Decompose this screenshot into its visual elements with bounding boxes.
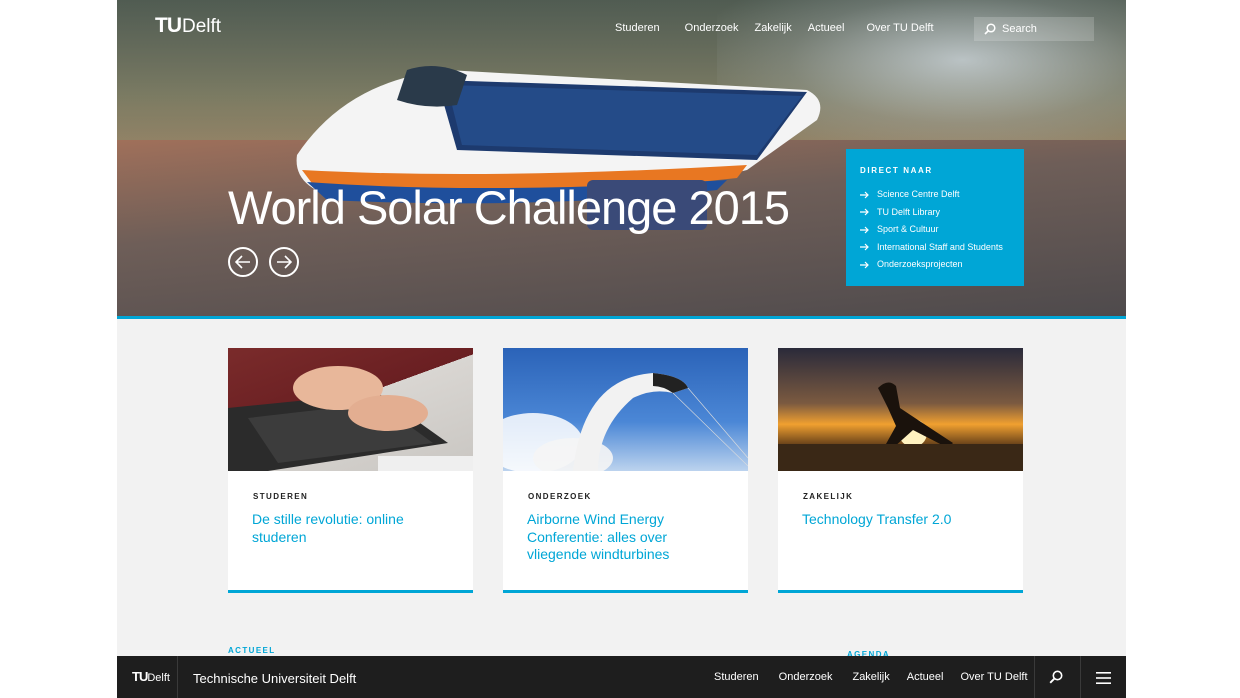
bottom-nav-over-tu-delft[interactable]: Over TU Delft xyxy=(960,671,1027,683)
logo-delft: Delft xyxy=(147,672,170,684)
direct-link-label: TU Delft Library xyxy=(877,206,941,217)
arrow-right-icon xyxy=(860,208,869,216)
card-accent-bar xyxy=(778,590,1023,593)
direct-link-library[interactable]: TU Delft Library xyxy=(860,204,1024,222)
logo-tu: TU xyxy=(155,14,182,37)
card-title[interactable]: De stille revolutie: online studeren xyxy=(252,511,453,546)
arrow-right-icon xyxy=(860,226,869,234)
direct-link-international[interactable]: International Staff and Students xyxy=(860,239,1024,257)
divider xyxy=(177,656,178,698)
hero-banner: TU Delft Studeren Onderzoek Zakelijk Act… xyxy=(117,0,1126,317)
slide-prev-button[interactable] xyxy=(228,247,258,277)
bottom-nav-onderzoek[interactable]: Onderzoek xyxy=(779,671,833,683)
sticky-bottom-bar: TU Delft Technische Universiteit Delft S… xyxy=(117,656,1126,698)
bottom-nav-studeren[interactable]: Studeren xyxy=(714,671,759,683)
news-card-zakelijk[interactable]: ZAKELIJK Technology Transfer 2.0 xyxy=(778,348,1023,593)
direct-link-label: Onderzoeksprojecten xyxy=(877,259,963,269)
bottom-logo[interactable]: TU Delft xyxy=(132,669,170,684)
card-accent-bar xyxy=(503,590,748,593)
slide-next-button[interactable] xyxy=(269,247,299,277)
tudelft-logo[interactable]: TU Delft xyxy=(155,14,221,38)
card-image-kite xyxy=(503,348,748,471)
bottom-nav: Studeren Onderzoek Zakelijk Actueel Over… xyxy=(714,671,1048,683)
card-category: ZAKELIJK xyxy=(803,492,854,501)
direct-link-science-centre[interactable]: Science Centre Delft xyxy=(860,186,1024,204)
card-image-laptop xyxy=(228,348,473,471)
divider xyxy=(1080,656,1081,698)
arrow-right-icon xyxy=(860,191,869,199)
university-name[interactable]: Technische Universiteit Delft xyxy=(193,671,356,686)
hero-accent-line xyxy=(117,316,1126,319)
direct-link-label: Science Centre Delft xyxy=(877,189,960,199)
nav-onderzoek[interactable]: Onderzoek xyxy=(685,22,739,34)
nav-studeren[interactable]: Studeren xyxy=(615,22,660,34)
direct-link-label: International Staff and Students xyxy=(877,241,1003,252)
logo-delft: Delft xyxy=(182,16,222,37)
search-box[interactable] xyxy=(974,17,1094,41)
card-title[interactable]: Airborne Wind Energy Conferentie: alles … xyxy=(527,511,728,564)
search-icon[interactable] xyxy=(1049,670,1063,689)
arrow-right-icon xyxy=(860,243,869,251)
direct-link-label: Sport & Cultuur xyxy=(877,224,939,234)
bottom-nav-zakelijk[interactable]: Zakelijk xyxy=(852,671,889,683)
card-category: STUDEREN xyxy=(253,492,309,501)
arrow-left-icon xyxy=(235,255,250,269)
top-nav: Studeren Onderzoek Zakelijk Actueel Over… xyxy=(615,22,959,34)
arrow-right-icon xyxy=(277,255,292,269)
direct-link-sport[interactable]: Sport & Cultuur xyxy=(860,221,1024,239)
section-heading-actueel: ACTUEEL xyxy=(228,646,276,655)
logo-tu: TU xyxy=(132,669,148,684)
card-image-beach-jump xyxy=(778,348,1023,471)
card-category: ONDERZOEK xyxy=(528,492,592,501)
nav-over-tu-delft[interactable]: Over TU Delft xyxy=(866,22,933,34)
page-frame: TU Delft Studeren Onderzoek Zakelijk Act… xyxy=(117,0,1126,698)
news-card-onderzoek[interactable]: ONDERZOEK Airborne Wind Energy Conferent… xyxy=(503,348,748,593)
news-card-studeren[interactable]: STUDEREN De stille revolutie: online stu… xyxy=(228,348,473,593)
search-icon xyxy=(984,23,996,35)
hamburger-menu-icon[interactable] xyxy=(1096,671,1111,689)
direct-link-onderzoeksprojecten[interactable]: Onderzoeksprojecten xyxy=(860,256,1024,274)
card-accent-bar xyxy=(228,590,473,593)
card-title[interactable]: Technology Transfer 2.0 xyxy=(802,511,1003,529)
hero-title: World Solar Challenge 2015 xyxy=(228,181,790,234)
nav-actueel[interactable]: Actueel xyxy=(808,22,845,34)
search-input[interactable] xyxy=(1002,23,1082,35)
arrow-right-icon xyxy=(860,261,869,269)
direct-naar-panel: DIRECT NAAR Science Centre Delft TU Delf… xyxy=(846,149,1024,286)
divider xyxy=(1034,656,1035,698)
bottom-nav-actueel[interactable]: Actueel xyxy=(907,671,944,683)
nav-zakelijk[interactable]: Zakelijk xyxy=(754,22,791,34)
direct-naar-heading: DIRECT NAAR xyxy=(860,166,933,175)
